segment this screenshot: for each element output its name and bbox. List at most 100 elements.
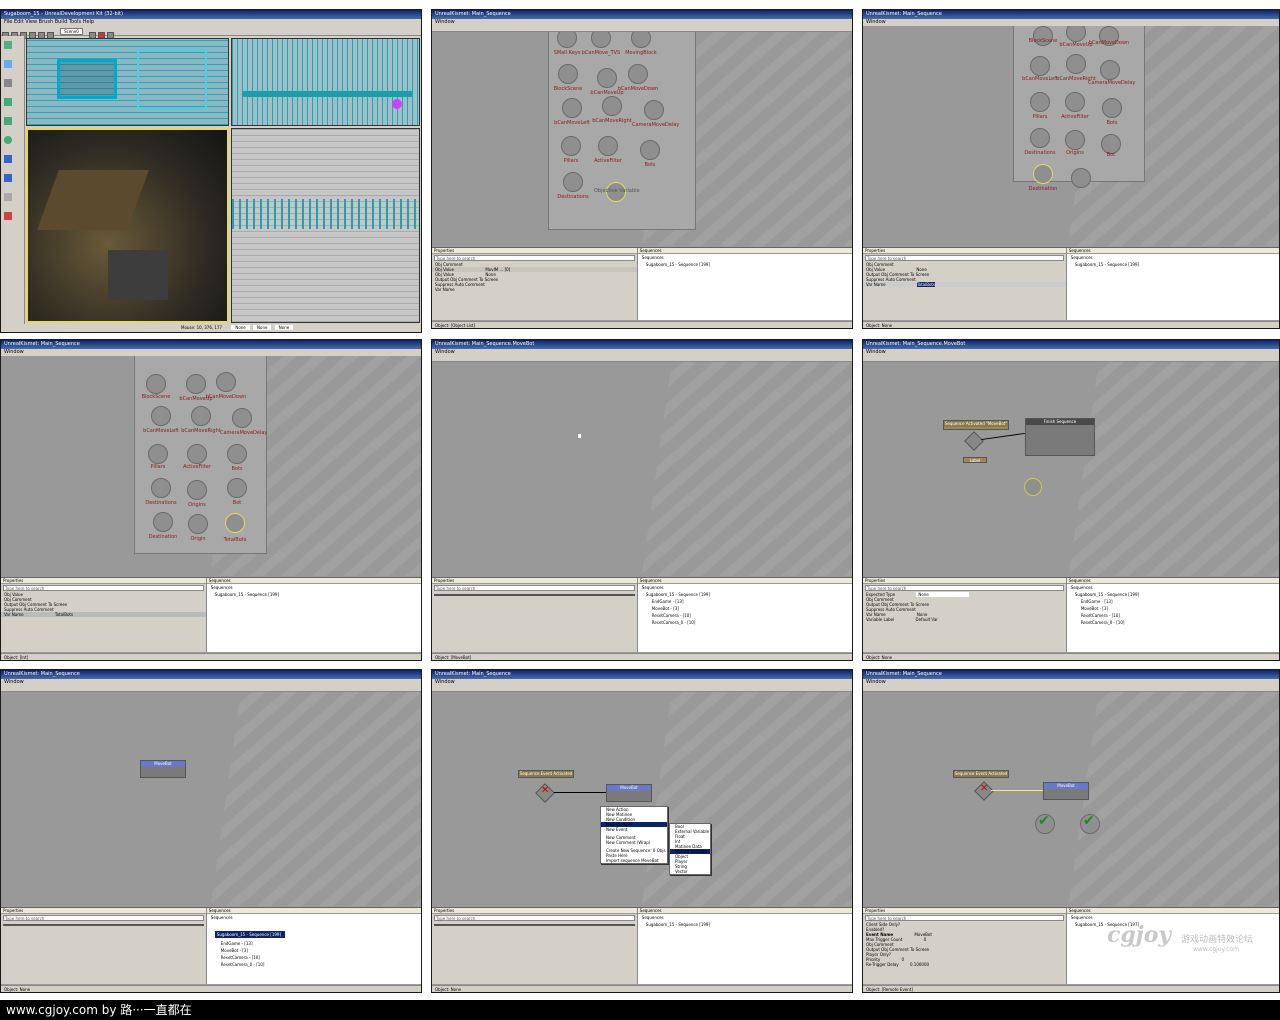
tree-item[interactable]: Sequences bbox=[1067, 914, 1279, 921]
csg-subtract-icon[interactable] bbox=[4, 174, 12, 182]
tree-item[interactable]: Sugaboom_15 - Sequence [199] bbox=[638, 261, 852, 268]
csg-add-icon[interactable] bbox=[4, 155, 12, 163]
variable-node[interactable] bbox=[1024, 478, 1042, 496]
tree-item[interactable]: Sugaboom_15 - Sequence [199] bbox=[207, 591, 421, 598]
variable-node[interactable] bbox=[151, 478, 171, 498]
variable-node[interactable] bbox=[153, 512, 173, 532]
tree-item[interactable]: Sequences bbox=[207, 584, 421, 591]
property-search-input[interactable]: Type here to search bbox=[434, 585, 635, 591]
sphere-brush-icon[interactable] bbox=[4, 136, 12, 144]
zoom-select[interactable]: Scene0 bbox=[60, 28, 83, 35]
tree-item[interactable]: EndGame - [13] bbox=[1067, 598, 1279, 605]
property-value[interactable]: TotalBots bbox=[55, 612, 73, 617]
menu-item[interactable]: Import sequence MoveBot bbox=[601, 858, 667, 863]
tree-item[interactable]: ResetCamera_0 - [10] bbox=[1067, 619, 1279, 626]
front-viewport[interactable] bbox=[231, 38, 420, 126]
remote-event-node[interactable]: Sequence Event Activated bbox=[953, 770, 1009, 778]
property-search-input[interactable]: Type here to search bbox=[865, 255, 1064, 261]
menu-bar[interactable]: File Edit View Brush Build Tools Help bbox=[1, 19, 421, 26]
variable-node[interactable] bbox=[227, 444, 247, 464]
variable-node[interactable] bbox=[1065, 130, 1085, 150]
tree-item[interactable]: MoveBot - [3] bbox=[207, 947, 421, 954]
tree-item[interactable]: ResetCamera - [10] bbox=[207, 954, 421, 961]
kismet-canvas[interactable]: Sequence Event Activated ✕ MoveBot New A… bbox=[432, 692, 852, 906]
movebot-sequence-node[interactable]: MoveBot bbox=[1043, 782, 1089, 800]
variable-node[interactable] bbox=[232, 408, 252, 428]
variable-node[interactable] bbox=[146, 374, 166, 394]
menu-bar[interactable]: Window bbox=[1, 349, 421, 356]
tree-item[interactable]: EndGame - [13] bbox=[638, 598, 852, 605]
variable-node[interactable] bbox=[563, 172, 583, 192]
variable-node[interactable] bbox=[216, 372, 236, 392]
kismet-canvas[interactable]: MoveBot bbox=[1, 692, 421, 906]
variable-node[interactable] bbox=[1071, 168, 1091, 188]
tree-item[interactable]: EndGame - [13] bbox=[207, 940, 421, 947]
tree-item[interactable]: Sequences bbox=[207, 914, 421, 921]
variable-node[interactable] bbox=[188, 514, 208, 534]
menu-item[interactable]: New Comment (Wrap) bbox=[601, 840, 667, 845]
kismet-canvas[interactable]: Sequence Event Activated ✕ MoveBot ✔ ✔ bbox=[863, 692, 1279, 906]
hide-icon[interactable] bbox=[4, 212, 12, 220]
sequence-activated-event[interactable]: Sequence Activated "MoveBot" bbox=[943, 420, 1009, 430]
kismet-canvas[interactable]: BlockScene bCanMoveUp bCanMoveDown bCanM… bbox=[1, 356, 421, 576]
property-value[interactable]: 0.100000 bbox=[910, 962, 929, 967]
property-search-input[interactable]: Type here to search bbox=[434, 915, 635, 921]
tree-item[interactable]: Sequences bbox=[638, 254, 852, 261]
kismet-canvas[interactable]: SMall Keys bCanMove_TVS MovingBlock Bloc… bbox=[432, 32, 852, 246]
cylinder-brush-icon[interactable] bbox=[4, 117, 12, 125]
property-search-input[interactable]: Type here to search bbox=[434, 255, 635, 261]
variable-node[interactable] bbox=[1100, 60, 1120, 80]
variable-node[interactable] bbox=[151, 406, 171, 426]
remote-event-node[interactable]: Sequence Event Activated bbox=[518, 770, 574, 778]
variable-node[interactable] bbox=[561, 136, 581, 156]
variable-node[interactable] bbox=[1065, 92, 1085, 112]
variable-node[interactable] bbox=[602, 96, 622, 116]
movebot-sequence-node[interactable]: MoveBot bbox=[140, 760, 186, 778]
variable-node[interactable] bbox=[644, 100, 664, 120]
menu-bar[interactable]: Window bbox=[863, 19, 1279, 26]
finish-sequence-action[interactable]: Finish Sequence bbox=[1025, 418, 1095, 456]
tree-item[interactable]: MoveBot - [3] bbox=[1067, 605, 1279, 612]
variable-node[interactable] bbox=[191, 406, 211, 426]
variable-node[interactable] bbox=[628, 64, 648, 84]
variable-node[interactable] bbox=[1030, 56, 1050, 76]
side-viewport[interactable] bbox=[231, 128, 420, 323]
tree-item[interactable]: Sugaboom_15 - Sequence [197] bbox=[1067, 921, 1279, 928]
geometry-mode-icon[interactable] bbox=[4, 60, 12, 68]
tree-item[interactable]: ResetCamera_0 - [10] bbox=[207, 961, 421, 968]
submenu-item[interactable]: Vector bbox=[670, 869, 710, 874]
menu-item[interactable]: New Event bbox=[601, 827, 667, 832]
tree-item[interactable]: ResetCamera - [10] bbox=[1067, 612, 1279, 619]
variable-node[interactable] bbox=[1066, 54, 1086, 74]
variable-node[interactable] bbox=[598, 136, 618, 156]
variable-node[interactable] bbox=[187, 480, 207, 500]
kismet-canvas[interactable]: BlockScene bCanMoveUp bCanMoveDown bCanM… bbox=[863, 26, 1279, 246]
top-viewport[interactable] bbox=[26, 38, 229, 126]
camera-mode-icon[interactable] bbox=[4, 41, 12, 49]
tree-item[interactable]: Sugaboom_15 - Sequence [199] bbox=[1067, 591, 1279, 598]
cube-brush-icon[interactable] bbox=[4, 98, 12, 106]
tree-item[interactable]: Sequences bbox=[638, 584, 852, 591]
tree-item[interactable]: Sugaboom_15 - Sequence [199] bbox=[638, 921, 852, 928]
terrain-icon[interactable] bbox=[4, 79, 12, 87]
tree-item[interactable]: MoveBot - [3] bbox=[638, 605, 852, 612]
tree-item[interactable]: ResetCamera - [10] bbox=[638, 612, 852, 619]
tree-item[interactable]: Sugaboom_15 - Sequence [199] bbox=[1067, 261, 1279, 268]
kismet-canvas[interactable]: Sequence Activated "MoveBot" Label Finis… bbox=[863, 362, 1279, 576]
variable-node[interactable] bbox=[558, 64, 578, 84]
tree-item[interactable]: Sequences bbox=[1067, 254, 1279, 261]
tree-item[interactable]: Sequences bbox=[638, 914, 852, 921]
tree-item[interactable]: ResetCamera_0 - [10] bbox=[638, 619, 852, 626]
property-search-input[interactable]: Type here to search bbox=[865, 585, 1064, 591]
variable-node[interactable] bbox=[186, 374, 206, 394]
property-search-input[interactable]: Type here to search bbox=[3, 585, 204, 591]
variable-node[interactable] bbox=[148, 444, 168, 464]
property-search-input[interactable]: Type here to search bbox=[3, 915, 204, 921]
volume-icon[interactable] bbox=[4, 193, 12, 201]
variable-node[interactable] bbox=[597, 68, 617, 88]
property-value[interactable]: None bbox=[916, 592, 969, 597]
tree-item[interactable]: Sequences bbox=[1067, 584, 1279, 591]
property-value[interactable]: Default Var bbox=[916, 617, 938, 622]
variable-node[interactable] bbox=[227, 478, 247, 498]
property-value[interactable]: TotalBots bbox=[916, 282, 936, 287]
